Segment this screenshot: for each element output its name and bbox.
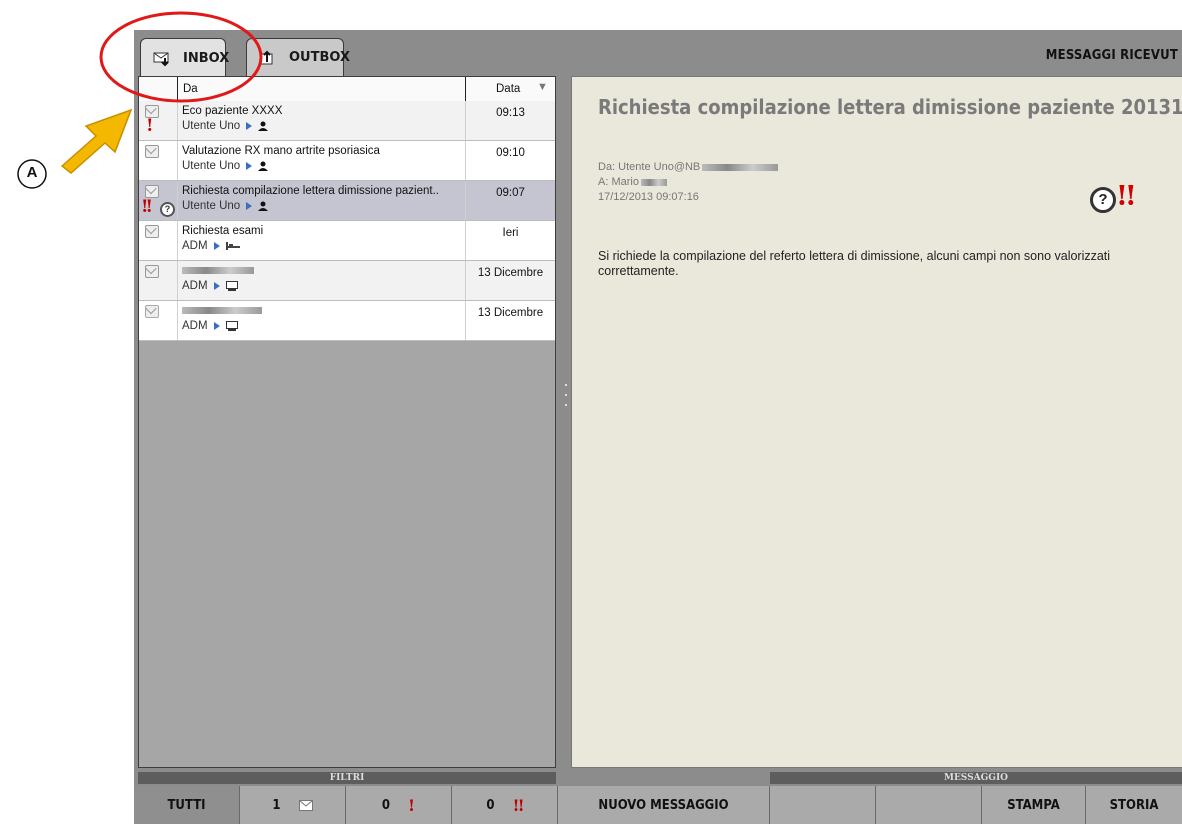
highlight-ellipse [99, 11, 263, 103]
callout-label: A [26, 164, 38, 181]
pointer-arrow-icon [60, 108, 133, 174]
annotation-overlay [17, 11, 263, 189]
